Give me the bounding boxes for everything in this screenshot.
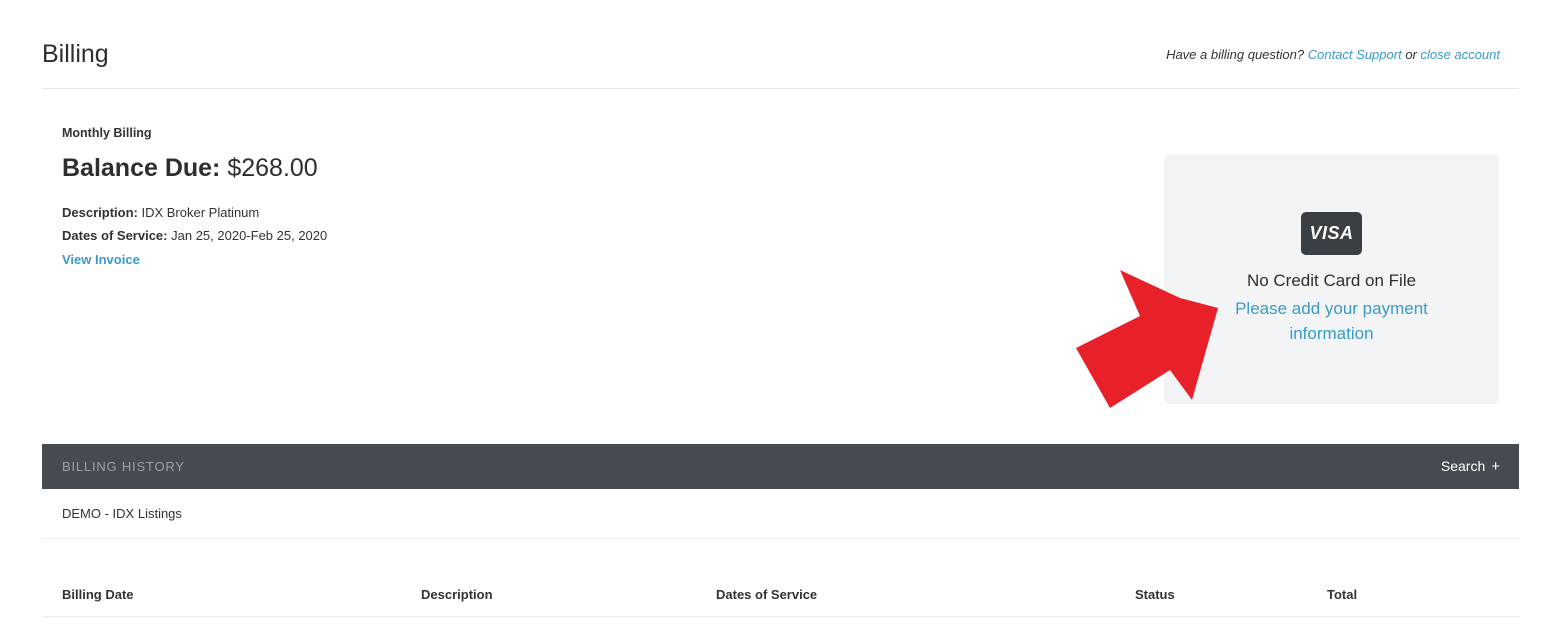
balance-due-label: Balance Due: [62,154,221,182]
balance-due: Balance Due: $268.00 [62,154,327,183]
red-arrow-shape [1076,270,1218,408]
red-arrow-annotation-icon [1076,270,1218,408]
page-header: Billing Have a billing question? Contact… [42,0,1519,89]
visa-card-icon: VISA [1301,212,1362,255]
column-header-billing-date[interactable]: Billing Date [62,587,134,602]
billing-history-search-button[interactable]: Search + [1441,458,1500,475]
or-text: or [1405,47,1417,62]
page-title: Billing [42,40,109,68]
account-row: DEMO - IDX Listings [42,489,1519,539]
account-name: DEMO - IDX Listings [62,506,182,521]
column-header-dates-of-service[interactable]: Dates of Service [716,587,817,602]
billing-history-bar: BILLING HISTORY Search + [42,444,1519,489]
description-value: IDX Broker Platinum [141,205,260,220]
dates-of-service-value: Jan 25, 2020-Feb 25, 2020 [171,228,328,243]
description-label: Description: [62,205,138,220]
billing-details: Description: IDX Broker Platinum Dates o… [62,201,327,272]
search-label: Search [1440,458,1486,474]
dates-of-service-label: Dates of Service: [62,228,168,243]
description-row: Description: IDX Broker Platinum [62,201,327,224]
column-header-total[interactable]: Total [1327,587,1357,602]
dates-of-service-row: Dates of Service: Jan 25, 2020-Feb 25, 2… [62,224,327,247]
plus-icon: + [1491,458,1500,475]
add-payment-info-link[interactable]: Please add your payment information [1214,296,1449,346]
view-invoice-link[interactable]: View Invoice [62,247,140,272]
contact-support-link[interactable]: Contact Support [1308,47,1402,62]
billing-page: Billing Have a billing question? Contact… [0,0,1564,618]
monthly-billing-label: Monthly Billing [62,126,152,140]
column-header-description[interactable]: Description [421,587,493,602]
close-account-link[interactable]: close account [1421,47,1501,62]
column-header-status[interactable]: Status [1135,587,1175,602]
billing-history-title: BILLING HISTORY [62,459,185,474]
billing-summary: Monthly Billing Balance Due: $268.00 Des… [62,126,327,272]
billing-question-line: Have a billing question? Contact Support… [1166,47,1500,62]
balance-due-value: $268.00 [227,154,318,182]
billing-question-text: Have a billing question? [1166,47,1305,62]
billing-history-table-header: Billing Date Description Dates of Servic… [42,572,1519,617]
